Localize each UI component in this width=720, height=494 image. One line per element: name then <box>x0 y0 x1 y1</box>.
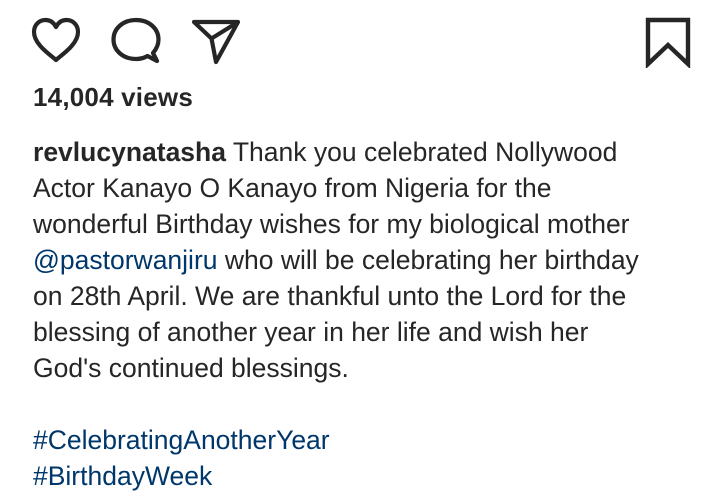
hashtag-link[interactable]: #BirthdayWeek <box>33 461 212 491</box>
author-username-link[interactable]: revlucynatasha <box>33 137 226 167</box>
caption-line: Actor Kanayo O Kanayo from Nigeria for t… <box>33 173 552 203</box>
caption-line: @pastorwanjiru who will be celebrating h… <box>33 242 698 278</box>
post-caption: revlucynatasha Thank you celebrated Noll… <box>33 134 698 494</box>
view-count: 14,004 views <box>33 82 193 112</box>
caption-line: #CelebratingAnotherYear <box>33 422 698 458</box>
mention-link[interactable]: @pastorwanjiru <box>33 245 218 275</box>
caption-line: wonderful Birthday wishes for my biologi… <box>33 209 630 239</box>
caption-line: revlucynatasha Thank you celebrated Noll… <box>33 134 698 170</box>
save-bookmark-icon[interactable] <box>644 16 692 68</box>
caption-line: on 28th April. We are thankful unto the … <box>33 281 627 311</box>
post-action-bar <box>0 0 720 80</box>
caption-text: Thank you celebrated Nollywood <box>232 137 618 167</box>
caption-line: blessing of another year in her life and… <box>33 317 589 347</box>
caption-text: who will be celebrating her birthday <box>224 245 639 275</box>
share-paper-plane-icon[interactable] <box>190 16 242 66</box>
hashtag-link[interactable]: #CelebratingAnotherYear <box>33 425 330 455</box>
caption-line: God's continued blessings. <box>33 353 349 383</box>
caption-line: #BirthdayWeek <box>33 458 698 494</box>
comment-bubble-icon[interactable] <box>110 16 162 66</box>
like-heart-icon[interactable] <box>30 16 82 66</box>
